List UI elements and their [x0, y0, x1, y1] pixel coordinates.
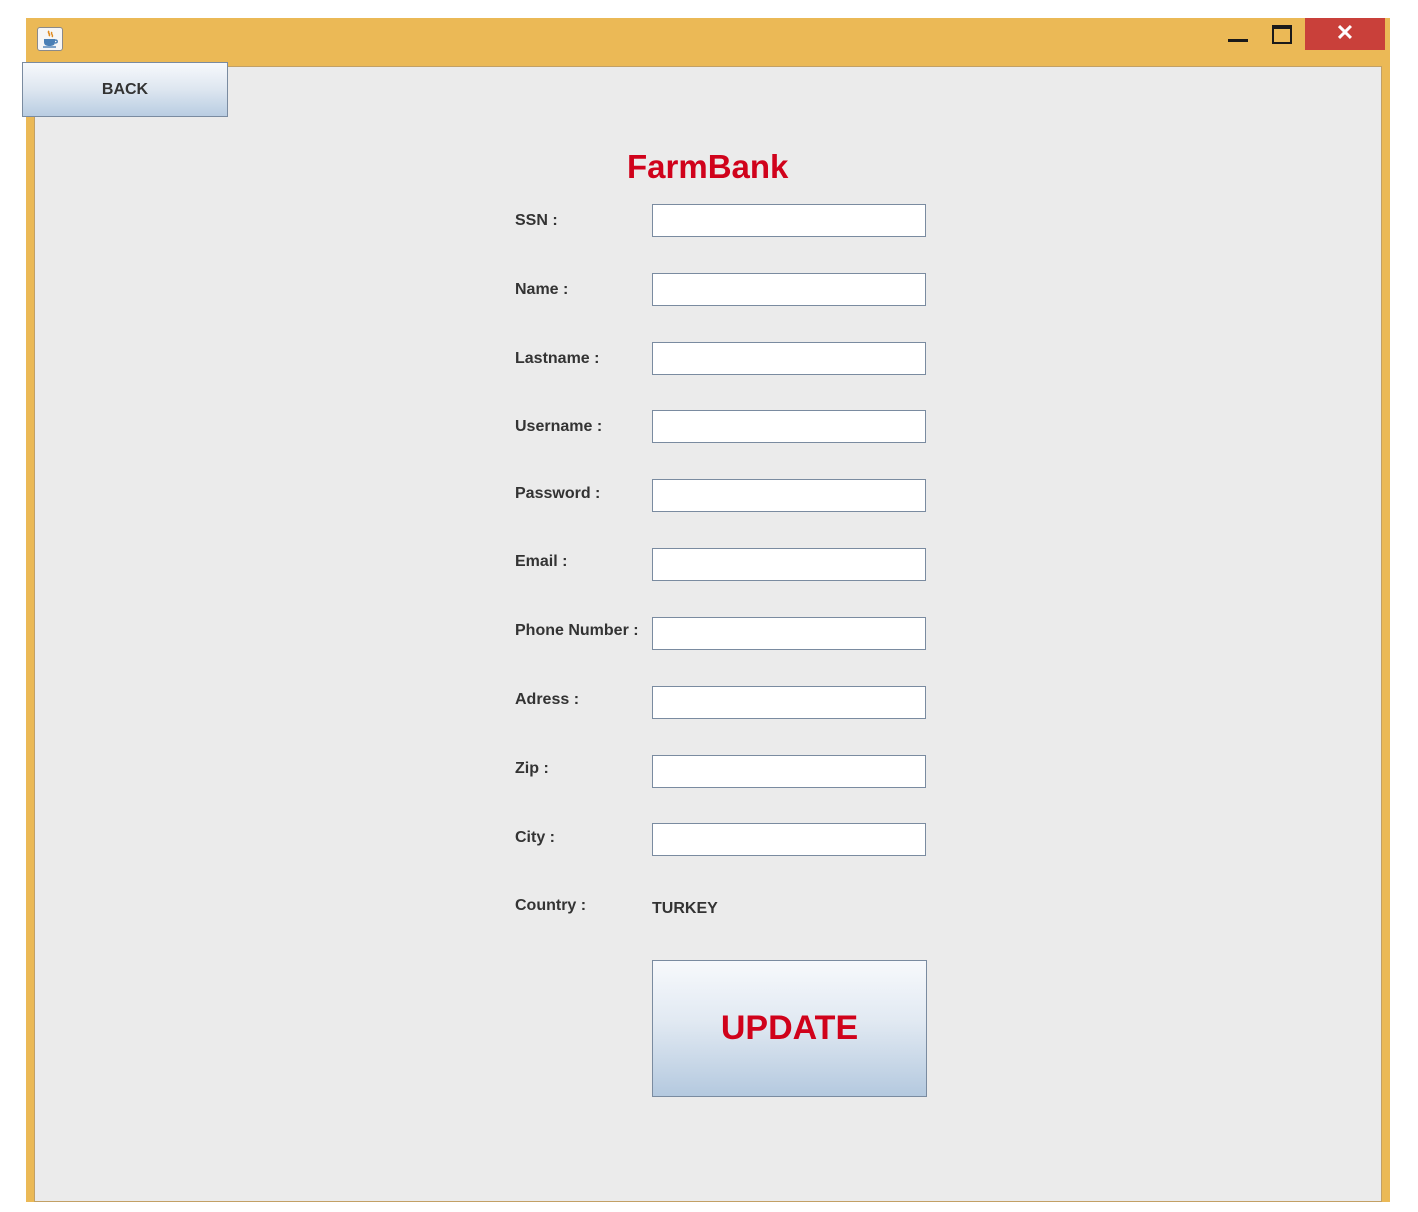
ssn-label: SSN : [515, 212, 558, 229]
title-bar[interactable]: ✕ [26, 18, 1390, 66]
ssn-field[interactable] [652, 204, 926, 237]
username-field[interactable] [652, 410, 926, 443]
name-field[interactable] [652, 273, 926, 306]
password-field[interactable] [652, 479, 926, 512]
maximize-icon[interactable] [1266, 18, 1300, 50]
address-field[interactable] [652, 686, 926, 719]
username-label: Username : [515, 418, 603, 435]
zip-label: Zip : [515, 760, 549, 777]
lastname-field[interactable] [652, 342, 926, 375]
phone-number-label: Phone Number : [515, 622, 639, 639]
city-field[interactable] [652, 823, 926, 856]
back-button[interactable]: BACK [22, 62, 228, 117]
city-label: City : [515, 829, 555, 846]
close-icon[interactable]: ✕ [1305, 18, 1385, 50]
country-value: TURKEY [652, 900, 718, 917]
email-field[interactable] [652, 548, 926, 581]
email-label: Email : [515, 553, 568, 570]
minimize-icon[interactable] [1220, 18, 1256, 50]
phone-number-field[interactable] [652, 617, 926, 650]
update-button[interactable]: UPDATE [652, 960, 927, 1097]
country-label: Country : [515, 897, 587, 914]
zip-field[interactable] [652, 755, 926, 788]
name-label: Name : [515, 281, 569, 298]
java-cup-icon[interactable] [37, 27, 63, 51]
password-label: Password : [515, 485, 601, 502]
page-title: FarmBank [627, 148, 789, 185]
lastname-label: Lastname : [515, 350, 600, 367]
address-label: Adress : [515, 691, 580, 708]
